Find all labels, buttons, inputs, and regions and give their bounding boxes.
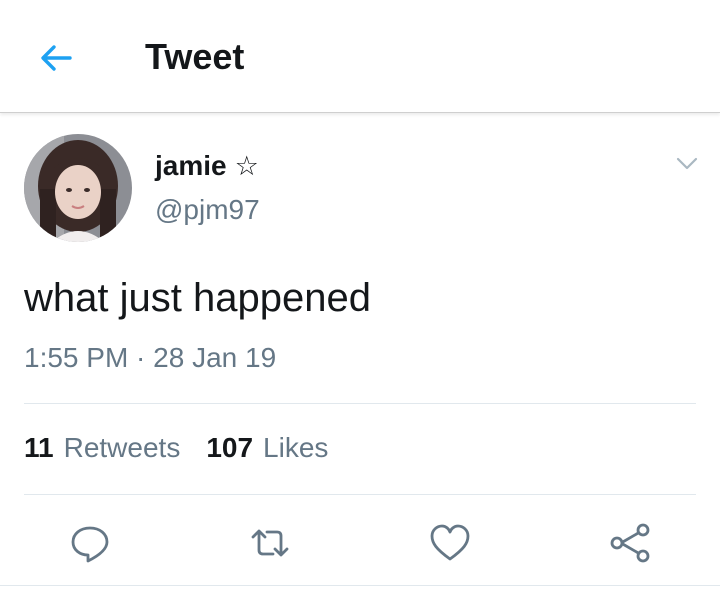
- retweet-icon[interactable]: [249, 522, 291, 564]
- chevron-down-icon[interactable]: [674, 150, 700, 176]
- likes-stat[interactable]: 107 Likes: [206, 432, 328, 464]
- action-bar: [0, 516, 720, 568]
- tweet-date: 28 Jan 19: [153, 342, 277, 373]
- share-icon[interactable]: [609, 522, 651, 564]
- author-name-row[interactable]: jamie ☆: [155, 150, 259, 182]
- divider: [0, 585, 720, 586]
- timestamp-separator: ·: [128, 342, 154, 373]
- likes-label: Likes: [263, 432, 329, 463]
- author-handle[interactable]: @pjm97: [155, 194, 260, 226]
- author-name: jamie: [155, 150, 227, 181]
- retweets-count: 11: [24, 432, 54, 463]
- like-icon[interactable]: [429, 522, 471, 564]
- divider: [24, 494, 696, 495]
- avatar[interactable]: [24, 134, 132, 242]
- divider: [24, 403, 696, 404]
- retweets-label: Retweets: [63, 432, 181, 463]
- likes-count: 107: [206, 432, 254, 463]
- back-arrow-icon[interactable]: [36, 38, 76, 78]
- tweet-text: what just happened: [24, 276, 371, 320]
- retweets-stat[interactable]: 11 Retweets: [24, 432, 180, 464]
- tweet-time: 1:55 PM: [24, 342, 129, 373]
- tweet-stats: 11 Retweets 107 Likes: [24, 432, 328, 464]
- star-emoji: ☆: [234, 150, 259, 181]
- page-title: Tweet: [145, 36, 245, 77]
- app-header: Tweet: [0, 0, 720, 113]
- tweet-timestamp: 1:55 PM · 28 Jan 19: [24, 342, 276, 374]
- reply-icon[interactable]: [69, 522, 111, 564]
